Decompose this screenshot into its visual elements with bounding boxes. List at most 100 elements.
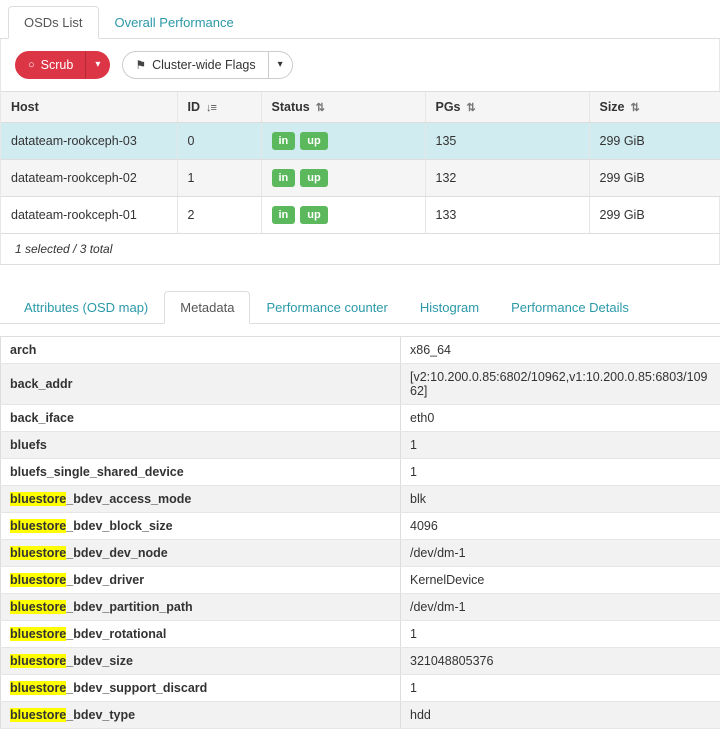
metadata-key: bluestore_bdev_partition_path [1,594,401,621]
metadata-value: 1 [401,432,720,459]
status-badge-in: in [272,169,296,187]
host-cell: datateam-rookceph-01 [1,197,177,234]
metadata-value: blk [401,486,720,513]
status-badge-in: in [272,206,296,224]
metadata-row-bluestore-bdev-type: bluestore_bdev_typehdd [1,702,720,729]
metadata-row-bluestore-bdev-rotational: bluestore_bdev_rotational1 [1,621,720,648]
detail-tab-attributes-osd-map[interactable]: Attributes (OSD map) [8,291,164,324]
metadata-value: x86_64 [401,337,720,364]
scrub-button[interactable]: ○ Scrub [15,51,86,79]
metadata-table: archx86_64back_addr[v2:10.200.0.85:6802/… [0,336,720,729]
cluster-wide-flags-label: Cluster-wide Flags [152,57,256,73]
status-cell: inup [261,160,425,197]
detail-tab-bar: Attributes (OSD map)MetadataPerformance … [0,285,720,324]
metadata-key: bluestore_bdev_driver [1,567,401,594]
metadata-key: arch [1,337,401,364]
tab-osds-list[interactable]: OSDs List [8,6,99,39]
osd-row-datateam-rookceph-02[interactable]: datateam-rookceph-021inup132299 GiB [1,160,720,197]
search-highlight: bluestore [10,492,66,506]
metadata-row-bluestore-bdev-block-size: bluestore_bdev_block_size4096 [1,513,720,540]
scrub-button-label: Scrub [41,57,74,73]
size-cell: 299 GiB [589,123,720,160]
metadata-row-bluestore-bdev-support-discard: bluestore_bdev_support_discard1 [1,675,720,702]
detail-tab-histogram[interactable]: Histogram [404,291,495,324]
osd-table: Host ID ↓≡ Status ⇅ PGs⇅ Size ⇅ datateam-rookce… [1,91,720,234]
column-label: Size [600,100,625,114]
osd-dashboard-page: OSDs ListOverall Performance ○ Scrub ▾ ⚑… [0,0,720,729]
search-highlight: bluestore [10,627,66,641]
metadata-key: bluestore_bdev_block_size [1,513,401,540]
metadata-key: bluestore_bdev_type [1,702,401,729]
selection-summary: 1 selected / 3 total [1,234,719,264]
cluster-wide-flags-split-button: ⚑ Cluster-wide Flags ▾ [122,51,292,79]
search-highlight: bluestore [10,546,66,560]
column-header-size[interactable]: Size ⇅ [589,92,720,123]
metadata-value: 321048805376 [401,648,720,675]
metadata-value: /dev/dm-1 [401,540,720,567]
column-header-host[interactable]: Host [1,92,177,123]
id-cell: 0 [177,123,261,160]
status-badge-up: up [300,206,327,224]
status-cell: inup [261,123,425,160]
cluster-wide-flags-button[interactable]: ⚑ Cluster-wide Flags [122,51,268,79]
metadata-key: bluefs_single_shared_device [1,459,401,486]
detail-tab-performance-details[interactable]: Performance Details [495,291,645,324]
id-cell: 2 [177,197,261,234]
metadata-row-bluefs: bluefs1 [1,432,720,459]
column-header-status[interactable]: Status ⇅ [261,92,425,123]
flags-dropdown-toggle[interactable]: ▾ [268,51,293,79]
search-highlight: bluestore [10,654,66,668]
scrub-dropdown-toggle[interactable]: ▾ [85,51,110,79]
metadata-value: [v2:10.200.0.85:6802/10962,v1:10.200.0.8… [401,364,720,405]
osd-toolbar: ○ Scrub ▾ ⚑ Cluster-wide Flags ▾ [1,39,719,91]
metadata-key: bluefs [1,432,401,459]
host-cell: datateam-rookceph-03 [1,123,177,160]
metadata-key: bluestore_bdev_access_mode [1,486,401,513]
detail-tab-performance-counter[interactable]: Performance counter [250,291,403,324]
metadata-row-arch: archx86_64 [1,337,720,364]
sort-toggle-icon: ⇅ [316,102,325,114]
column-label: Host [11,100,39,114]
caret-down-icon: ▾ [278,57,283,73]
top-tab-bar: OSDs ListOverall Performance [0,0,720,39]
column-header-id[interactable]: ID ↓≡ [177,92,261,123]
metadata-key: bluestore_bdev_dev_node [1,540,401,567]
metadata-value: 4096 [401,513,720,540]
status-badge-up: up [300,132,327,150]
pgs-cell: 135 [425,123,589,160]
pgs-cell: 132 [425,160,589,197]
sort-amount-down-icon: ↓≡ [206,102,216,114]
metadata-row-back-addr: back_addr[v2:10.200.0.85:6802/10962,v1:1… [1,364,720,405]
search-highlight: bluestore [10,600,66,614]
status-cell: inup [261,197,425,234]
status-badge-in: in [272,132,296,150]
osd-row-datateam-rookceph-03[interactable]: datateam-rookceph-030inup135299 GiB [1,123,720,160]
search-highlight: bluestore [10,573,66,587]
metadata-value: eth0 [401,405,720,432]
metadata-key: back_iface [1,405,401,432]
id-cell: 1 [177,160,261,197]
tab-overall-performance[interactable]: Overall Performance [99,6,250,39]
osd-table-header-row: Host ID ↓≡ Status ⇅ PGs⇅ Size ⇅ [1,92,720,123]
detail-tab-metadata[interactable]: Metadata [164,291,250,324]
metadata-value: /dev/dm-1 [401,594,720,621]
metadata-value: 1 [401,621,720,648]
column-label: Status [272,100,310,114]
scrub-icon: ○ [28,60,35,71]
osds-list-panel: ○ Scrub ▾ ⚑ Cluster-wide Flags ▾ [0,39,720,265]
search-highlight: bluestore [10,681,66,695]
metadata-key: back_addr [1,364,401,405]
size-cell: 299 GiB [589,197,720,234]
metadata-key: bluestore_bdev_rotational [1,621,401,648]
sort-toggle-icon: ⇅ [631,102,640,114]
metadata-value: 1 [401,675,720,702]
metadata-row-bluestore-bdev-driver: bluestore_bdev_driverKernelDevice [1,567,720,594]
osd-row-datateam-rookceph-01[interactable]: datateam-rookceph-012inup133299 GiB [1,197,720,234]
search-highlight: bluestore [10,519,66,533]
metadata-row-bluestore-bdev-dev-node: bluestore_bdev_dev_node/dev/dm-1 [1,540,720,567]
column-header-pgs[interactable]: PGs⇅ [425,92,589,123]
host-cell: datateam-rookceph-02 [1,160,177,197]
column-label: ID [188,100,201,114]
metadata-row-bluestore-bdev-size: bluestore_bdev_size321048805376 [1,648,720,675]
search-highlight: bluestore [10,708,66,722]
